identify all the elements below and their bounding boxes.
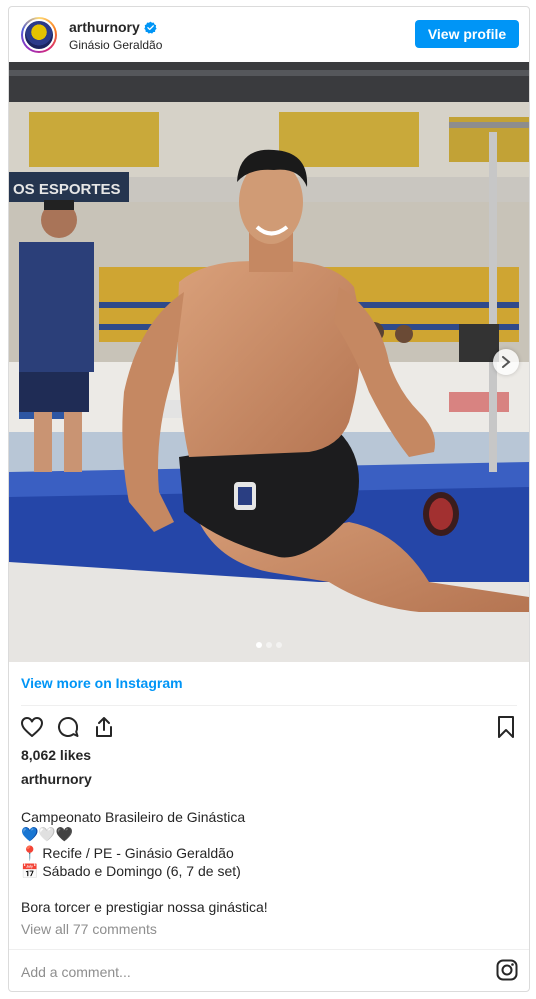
caption-line: Bora torcer e prestigiar nossa ginástica… xyxy=(21,899,268,915)
arena-banner-text: OS ESPORTES xyxy=(13,181,121,198)
photo-illustration: OS ESPORTES xyxy=(9,62,529,662)
pin-icon: 📍 xyxy=(21,846,39,862)
carousel-dot xyxy=(276,642,282,648)
divider xyxy=(9,949,529,950)
caption-hearts: 💙🤍🖤 xyxy=(21,827,74,843)
instagram-icon[interactable] xyxy=(495,958,519,982)
caption-line: Campeonato Brasileiro de Ginástica xyxy=(21,809,246,825)
caption-location-line: 📍 Recife / PE - Ginásio Geraldão xyxy=(21,844,268,862)
carousel-dot xyxy=(266,642,272,648)
share-icon[interactable] xyxy=(91,714,117,740)
post-header: arthurnory Ginásio Geraldão View profile xyxy=(9,7,529,63)
post-photo[interactable]: OS ESPORTES xyxy=(9,62,529,662)
avatar[interactable] xyxy=(21,17,57,53)
verified-badge-icon xyxy=(144,21,157,34)
caption-date-text: Sábado e Domingo (6, 7 de set) xyxy=(42,863,241,879)
caption-location-text: Recife / PE - Ginásio Geraldão xyxy=(42,845,234,861)
carousel-indicator xyxy=(9,642,529,648)
username[interactable]: arthurnory xyxy=(69,19,140,35)
heart-icon[interactable] xyxy=(19,714,45,740)
caption: Campeonato Brasileiro de Ginástica 💙🤍🖤 📍… xyxy=(21,808,268,916)
view-comments-link[interactable]: View all 77 comments xyxy=(21,921,157,937)
action-bar xyxy=(19,714,519,742)
instagram-embed-card: arthurnory Ginásio Geraldão View profile xyxy=(8,6,530,992)
username-row: arthurnory xyxy=(69,19,157,35)
location-link[interactable]: Ginásio Geraldão xyxy=(69,38,162,52)
bookmark-icon[interactable] xyxy=(493,714,519,740)
caption-author[interactable]: arthurnory xyxy=(21,771,92,787)
carousel-next-button[interactable] xyxy=(493,349,519,375)
view-more-link[interactable]: View more on Instagram xyxy=(21,675,183,691)
comment-icon[interactable] xyxy=(55,714,81,740)
chevron-right-icon xyxy=(502,356,511,368)
caption-date-line: 📅 Sábado e Domingo (6, 7 de set) xyxy=(21,862,268,880)
calendar-icon: 📅 xyxy=(21,864,39,880)
likes-count[interactable]: 8,062 likes xyxy=(21,747,91,763)
divider xyxy=(21,705,517,706)
carousel-dot xyxy=(256,642,262,648)
add-comment-field[interactable]: Add a comment... xyxy=(21,964,131,980)
view-profile-button[interactable]: View profile xyxy=(415,20,519,48)
